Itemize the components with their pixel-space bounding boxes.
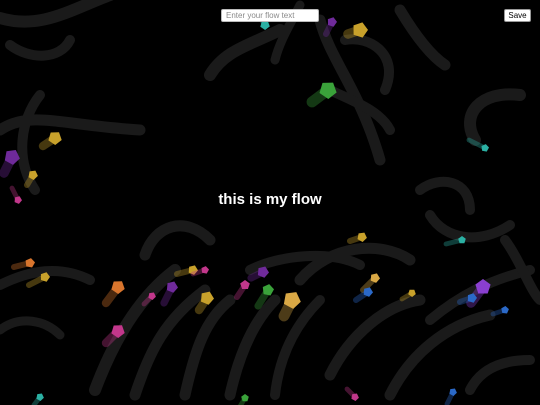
flow-text-input[interactable]: [221, 9, 319, 22]
trail-stroke: [0, 0, 114, 28]
trail-stroke: [394, 4, 451, 71]
trail-stroke: [464, 88, 526, 146]
trail-stroke: [5, 35, 75, 61]
particle: [323, 17, 337, 37]
particle: [360, 273, 380, 293]
particle: [278, 292, 301, 322]
particle: [11, 258, 35, 270]
trail-stroke: [425, 210, 515, 243]
particle: [444, 388, 457, 405]
trail-stroke: [139, 220, 216, 261]
flow-text-display: this is my flow: [218, 191, 322, 208]
trail-stroke: [465, 355, 535, 395]
particle: [101, 281, 125, 308]
trail-stroke: [204, 24, 286, 81]
particle: [490, 306, 509, 317]
trail-stroke: [224, 294, 281, 401]
particle: [353, 287, 373, 303]
particle: [234, 280, 250, 300]
trail-stroke: [179, 294, 236, 401]
particle: [31, 393, 44, 405]
particle: [347, 232, 367, 244]
particle: [344, 386, 359, 401]
save-button[interactable]: Save: [504, 9, 531, 22]
particle: [306, 82, 337, 108]
trail-stroke: [0, 316, 65, 340]
particle: [238, 394, 249, 405]
particle: [343, 22, 368, 39]
particle: [38, 132, 62, 151]
